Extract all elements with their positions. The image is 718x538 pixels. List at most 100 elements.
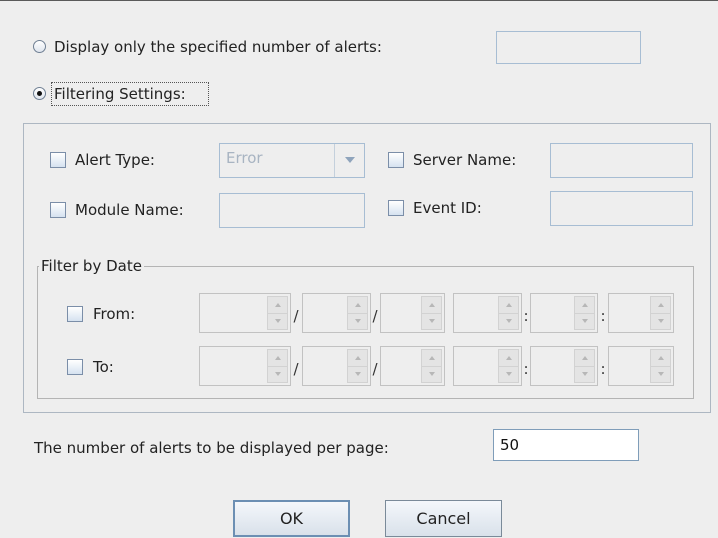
date-separator: : (600, 307, 606, 325)
spinner-down-button[interactable] (575, 366, 594, 382)
to-second-spinner[interactable] (608, 346, 674, 386)
event-id-field[interactable] (550, 191, 693, 226)
spinner-down-button[interactable] (268, 366, 287, 382)
spinner-down-button[interactable] (499, 313, 518, 329)
display-only-radio[interactable] (33, 40, 46, 53)
module-name-checkbox[interactable] (50, 202, 66, 218)
ok-button[interactable]: OK (233, 500, 350, 537)
module-name-label: Module Name: (75, 201, 184, 219)
date-separator: / (372, 360, 378, 378)
spinner-buttons (498, 296, 519, 330)
chevron-down-icon (345, 157, 355, 163)
spinner-up-button[interactable] (422, 350, 441, 367)
from-year-spinner[interactable] (199, 293, 291, 333)
spinner-up-button[interactable] (651, 350, 670, 367)
module-name-field[interactable] (219, 193, 365, 228)
spinner-buttons (650, 349, 671, 383)
server-name-checkbox[interactable] (388, 152, 404, 168)
spinner-up-button[interactable] (575, 297, 594, 314)
spinner-down-button[interactable] (651, 366, 670, 382)
date-separator: : (523, 360, 529, 378)
to-day-spinner[interactable] (380, 346, 445, 386)
filter-by-date-title: Filter by Date (39, 257, 144, 275)
spinner-buttons (421, 349, 442, 383)
to-minute-spinner[interactable] (530, 346, 598, 386)
to-hour-spinner[interactable] (453, 346, 522, 386)
from-day-spinner[interactable] (380, 293, 445, 333)
arrow-up-icon (355, 303, 361, 307)
to-date-checkbox[interactable] (67, 359, 83, 375)
filtering-settings-label: Filtering Settings: (54, 85, 186, 103)
date-separator: : (600, 360, 606, 378)
spinner-buttons (347, 349, 368, 383)
arrow-down-icon (658, 372, 664, 376)
arrow-up-icon (582, 303, 588, 307)
date-separator: : (523, 307, 529, 325)
arrow-down-icon (582, 319, 588, 323)
display-only-count-field[interactable] (496, 31, 641, 64)
spinner-down-button[interactable] (651, 313, 670, 329)
arrow-up-icon (506, 356, 512, 360)
from-date-label: From: (93, 305, 136, 323)
spinner-up-button[interactable] (268, 350, 287, 367)
spinner-down-button[interactable] (575, 313, 594, 329)
server-name-label: Server Name: (413, 151, 517, 169)
from-hour-spinner[interactable] (453, 293, 522, 333)
arrow-down-icon (582, 372, 588, 376)
arrow-up-icon (658, 303, 664, 307)
event-id-checkbox[interactable] (388, 200, 404, 216)
spinner-down-button[interactable] (268, 313, 287, 329)
filtering-settings-radio[interactable] (33, 87, 46, 100)
spinner-buttons (267, 349, 288, 383)
spinner-up-button[interactable] (499, 297, 518, 314)
spinner-buttons (347, 296, 368, 330)
date-separator: / (293, 307, 299, 325)
spinner-down-button[interactable] (499, 366, 518, 382)
alert-type-dropdown[interactable]: Error (219, 143, 365, 178)
arrow-down-icon (355, 319, 361, 323)
from-month-spinner[interactable] (302, 293, 371, 333)
arrow-up-icon (582, 356, 588, 360)
spinner-down-button[interactable] (348, 313, 367, 329)
spinner-down-button[interactable] (422, 366, 441, 382)
from-date-checkbox[interactable] (67, 306, 83, 322)
server-name-field[interactable] (550, 143, 693, 178)
to-year-spinner[interactable] (199, 346, 291, 386)
arrow-up-icon (275, 303, 281, 307)
arrow-down-icon (658, 319, 664, 323)
alert-type-checkbox[interactable] (50, 152, 66, 168)
to-month-spinner[interactable] (302, 346, 371, 386)
event-id-label: Event ID: (413, 199, 482, 217)
from-second-spinner[interactable] (608, 293, 674, 333)
per-page-field[interactable] (493, 429, 639, 461)
to-date-label: To: (93, 358, 114, 376)
date-separator: / (372, 307, 378, 325)
spinner-up-button[interactable] (499, 350, 518, 367)
from-minute-spinner[interactable] (530, 293, 598, 333)
date-separator: / (293, 360, 299, 378)
spinner-up-button[interactable] (651, 297, 670, 314)
spinner-up-button[interactable] (348, 350, 367, 367)
top-border (0, 0, 718, 1)
arrow-up-icon (429, 356, 435, 360)
radio-selected-dot (37, 91, 42, 96)
arrow-down-icon (429, 319, 435, 323)
per-page-label: The number of alerts to be displayed per… (34, 439, 389, 457)
arrow-down-icon (275, 319, 281, 323)
spinner-buttons (267, 296, 288, 330)
dropdown-arrow-button[interactable] (334, 144, 364, 177)
arrow-up-icon (275, 356, 281, 360)
spinner-up-button[interactable] (348, 297, 367, 314)
arrow-down-icon (429, 372, 435, 376)
arrow-down-icon (506, 372, 512, 376)
display-only-label: Display only the specified number of ale… (54, 38, 382, 56)
spinner-down-button[interactable] (348, 366, 367, 382)
spinner-up-button[interactable] (575, 350, 594, 367)
spinner-up-button[interactable] (268, 297, 287, 314)
spinner-down-button[interactable] (422, 313, 441, 329)
arrow-down-icon (275, 372, 281, 376)
arrow-up-icon (506, 303, 512, 307)
cancel-button[interactable]: Cancel (385, 500, 502, 537)
spinner-up-button[interactable] (422, 297, 441, 314)
spinner-buttons (574, 349, 595, 383)
